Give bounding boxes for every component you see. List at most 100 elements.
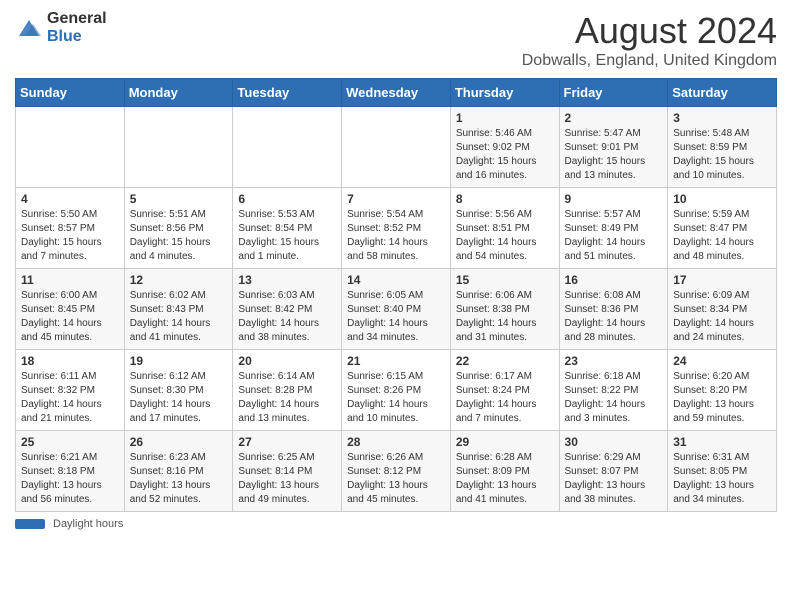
day-info: Sunrise: 5:57 AM Sunset: 8:49 PM Dayligh… bbox=[565, 208, 663, 264]
footer-note: Daylight hours bbox=[15, 518, 777, 530]
calendar-week-row: 18 Sunrise: 6:11 AM Sunset: 8:32 PM Dayli… bbox=[16, 350, 777, 431]
day-info: Sunrise: 5:51 AM Sunset: 8:56 PM Dayligh… bbox=[130, 208, 228, 264]
calendar-day-cell: 2 Sunrise: 5:47 AM Sunset: 9:01 PM Daylig… bbox=[559, 107, 668, 188]
calendar-header: SundayMondayTuesdayWednesdayThursdayFrid… bbox=[16, 79, 777, 107]
calendar-week-row: 1Sunrise: 5:46 AM Sunset: 9:02 PM Daylig… bbox=[16, 107, 777, 188]
calendar-week-row: 11 Sunrise: 6:00 AM Sunset: 8:45 PM Dayli… bbox=[16, 269, 777, 350]
day-info: Sunrise: 6:23 AM Sunset: 8:16 PM Dayligh… bbox=[130, 451, 228, 507]
day-info: Sunrise: 5:56 AM Sunset: 8:51 PM Dayligh… bbox=[456, 208, 554, 264]
calendar-day-cell bbox=[233, 107, 342, 188]
day-info: Sunrise: 5:46 AM Sunset: 9:02 PM Dayligh… bbox=[456, 127, 554, 183]
day-number: 19 bbox=[130, 354, 228, 368]
day-number: 6 bbox=[238, 192, 336, 206]
day-info: Sunrise: 6:25 AM Sunset: 8:14 PM Dayligh… bbox=[238, 451, 336, 507]
day-info: Sunrise: 6:29 AM Sunset: 8:07 PM Dayligh… bbox=[565, 451, 663, 507]
calendar-day-cell: 25 Sunrise: 6:21 AM Sunset: 8:18 PM Dayli… bbox=[16, 431, 125, 512]
day-number: 29 bbox=[456, 435, 554, 449]
day-info: Sunrise: 5:53 AM Sunset: 8:54 PM Dayligh… bbox=[238, 208, 336, 264]
day-number: 12 bbox=[130, 273, 228, 287]
calendar-day-cell: 21Sunrise: 6:15 AM Sunset: 8:26 PM Dayli… bbox=[342, 350, 451, 431]
weekday-header: Monday bbox=[124, 79, 233, 107]
day-number: 2 bbox=[565, 111, 663, 125]
calendar-day-cell: 8 Sunrise: 5:56 AM Sunset: 8:51 PM Daylig… bbox=[450, 188, 559, 269]
weekday-header: Thursday bbox=[450, 79, 559, 107]
calendar-day-cell: 22 Sunrise: 6:17 AM Sunset: 8:24 PM Dayli… bbox=[450, 350, 559, 431]
calendar-day-cell: 5 Sunrise: 5:51 AM Sunset: 8:56 PM Daylig… bbox=[124, 188, 233, 269]
day-info: Sunrise: 6:21 AM Sunset: 8:18 PM Dayligh… bbox=[21, 451, 119, 507]
day-info: Sunrise: 6:12 AM Sunset: 8:30 PM Dayligh… bbox=[130, 370, 228, 426]
day-number: 20 bbox=[238, 354, 336, 368]
calendar-day-cell: 26 Sunrise: 6:23 AM Sunset: 8:16 PM Dayli… bbox=[124, 431, 233, 512]
day-number: 25 bbox=[21, 435, 119, 449]
calendar-day-cell: 11 Sunrise: 6:00 AM Sunset: 8:45 PM Dayli… bbox=[16, 269, 125, 350]
calendar-day-cell: 17Sunrise: 6:09 AM Sunset: 8:34 PM Dayli… bbox=[668, 269, 777, 350]
calendar-day-cell: 31Sunrise: 6:31 AM Sunset: 8:05 PM Dayli… bbox=[668, 431, 777, 512]
day-number: 5 bbox=[130, 192, 228, 206]
calendar-day-cell: 18 Sunrise: 6:11 AM Sunset: 8:32 PM Dayli… bbox=[16, 350, 125, 431]
day-info: Sunrise: 6:03 AM Sunset: 8:42 PM Dayligh… bbox=[238, 289, 336, 345]
calendar-day-cell: 30Sunrise: 6:29 AM Sunset: 8:07 PM Dayli… bbox=[559, 431, 668, 512]
calendar-day-cell: 23Sunrise: 6:18 AM Sunset: 8:22 PM Dayli… bbox=[559, 350, 668, 431]
day-info: Sunrise: 5:48 AM Sunset: 8:59 PM Dayligh… bbox=[673, 127, 771, 183]
day-info: Sunrise: 5:54 AM Sunset: 8:52 PM Dayligh… bbox=[347, 208, 445, 264]
logo-text: General Blue bbox=[47, 10, 107, 45]
weekday-header: Wednesday bbox=[342, 79, 451, 107]
logo: General Blue bbox=[15, 10, 107, 45]
logo-blue-text: Blue bbox=[47, 28, 107, 46]
calendar-day-cell: 15Sunrise: 6:06 AM Sunset: 8:38 PM Dayli… bbox=[450, 269, 559, 350]
day-info: Sunrise: 6:26 AM Sunset: 8:12 PM Dayligh… bbox=[347, 451, 445, 507]
day-info: Sunrise: 5:47 AM Sunset: 9:01 PM Dayligh… bbox=[565, 127, 663, 183]
calendar-day-cell: 19 Sunrise: 6:12 AM Sunset: 8:30 PM Dayli… bbox=[124, 350, 233, 431]
header: General Blue August 2024 Dobwalls, Engla… bbox=[15, 10, 777, 70]
calendar-day-cell: 1Sunrise: 5:46 AM Sunset: 9:02 PM Daylig… bbox=[450, 107, 559, 188]
logo-icon bbox=[15, 14, 43, 42]
main-title: August 2024 bbox=[522, 10, 777, 52]
day-info: Sunrise: 6:17 AM Sunset: 8:24 PM Dayligh… bbox=[456, 370, 554, 426]
weekday-header: Tuesday bbox=[233, 79, 342, 107]
day-info: Sunrise: 6:15 AM Sunset: 8:26 PM Dayligh… bbox=[347, 370, 445, 426]
weekday-header: Saturday bbox=[668, 79, 777, 107]
day-info: Sunrise: 6:00 AM Sunset: 8:45 PM Dayligh… bbox=[21, 289, 119, 345]
day-number: 24 bbox=[673, 354, 771, 368]
day-number: 26 bbox=[130, 435, 228, 449]
day-number: 18 bbox=[21, 354, 119, 368]
title-area: August 2024 Dobwalls, England, United Ki… bbox=[522, 10, 777, 70]
daylight-bar-icon bbox=[15, 519, 45, 529]
day-number: 14 bbox=[347, 273, 445, 287]
day-info: Sunrise: 6:11 AM Sunset: 8:32 PM Dayligh… bbox=[21, 370, 119, 426]
day-number: 8 bbox=[456, 192, 554, 206]
day-info: Sunrise: 5:50 AM Sunset: 8:57 PM Dayligh… bbox=[21, 208, 119, 264]
day-info: Sunrise: 6:14 AM Sunset: 8:28 PM Dayligh… bbox=[238, 370, 336, 426]
calendar-day-cell: 20 Sunrise: 6:14 AM Sunset: 8:28 PM Dayli… bbox=[233, 350, 342, 431]
day-number: 4 bbox=[21, 192, 119, 206]
calendar-body: 1Sunrise: 5:46 AM Sunset: 9:02 PM Daylig… bbox=[16, 107, 777, 512]
calendar-day-cell: 28Sunrise: 6:26 AM Sunset: 8:12 PM Dayli… bbox=[342, 431, 451, 512]
weekday-header: Friday bbox=[559, 79, 668, 107]
day-number: 9 bbox=[565, 192, 663, 206]
day-number: 22 bbox=[456, 354, 554, 368]
day-info: Sunrise: 5:59 AM Sunset: 8:47 PM Dayligh… bbox=[673, 208, 771, 264]
calendar-day-cell: 9 Sunrise: 5:57 AM Sunset: 8:49 PM Daylig… bbox=[559, 188, 668, 269]
calendar-day-cell: 24 Sunrise: 6:20 AM Sunset: 8:20 PM Dayli… bbox=[668, 350, 777, 431]
day-info: Sunrise: 6:08 AM Sunset: 8:36 PM Dayligh… bbox=[565, 289, 663, 345]
day-number: 16 bbox=[565, 273, 663, 287]
calendar-table: SundayMondayTuesdayWednesdayThursdayFrid… bbox=[15, 78, 777, 512]
calendar-day-cell: 3 Sunrise: 5:48 AM Sunset: 8:59 PM Daylig… bbox=[668, 107, 777, 188]
weekday-header: Sunday bbox=[16, 79, 125, 107]
logo-general-text: General bbox=[47, 10, 107, 28]
calendar-day-cell bbox=[342, 107, 451, 188]
day-number: 13 bbox=[238, 273, 336, 287]
day-number: 11 bbox=[21, 273, 119, 287]
calendar-day-cell: 16 Sunrise: 6:08 AM Sunset: 8:36 PM Dayli… bbox=[559, 269, 668, 350]
calendar-week-row: 25 Sunrise: 6:21 AM Sunset: 8:18 PM Dayli… bbox=[16, 431, 777, 512]
calendar-day-cell bbox=[16, 107, 125, 188]
calendar-day-cell: 10Sunrise: 5:59 AM Sunset: 8:47 PM Dayli… bbox=[668, 188, 777, 269]
day-number: 3 bbox=[673, 111, 771, 125]
calendar-day-cell: 12Sunrise: 6:02 AM Sunset: 8:43 PM Dayli… bbox=[124, 269, 233, 350]
calendar-day-cell: 13 Sunrise: 6:03 AM Sunset: 8:42 PM Dayli… bbox=[233, 269, 342, 350]
calendar-week-row: 4 Sunrise: 5:50 AM Sunset: 8:57 PM Daylig… bbox=[16, 188, 777, 269]
calendar-day-cell: 7Sunrise: 5:54 AM Sunset: 8:52 PM Daylig… bbox=[342, 188, 451, 269]
day-info: Sunrise: 6:18 AM Sunset: 8:22 PM Dayligh… bbox=[565, 370, 663, 426]
day-info: Sunrise: 6:20 AM Sunset: 8:20 PM Dayligh… bbox=[673, 370, 771, 426]
calendar-day-cell bbox=[124, 107, 233, 188]
